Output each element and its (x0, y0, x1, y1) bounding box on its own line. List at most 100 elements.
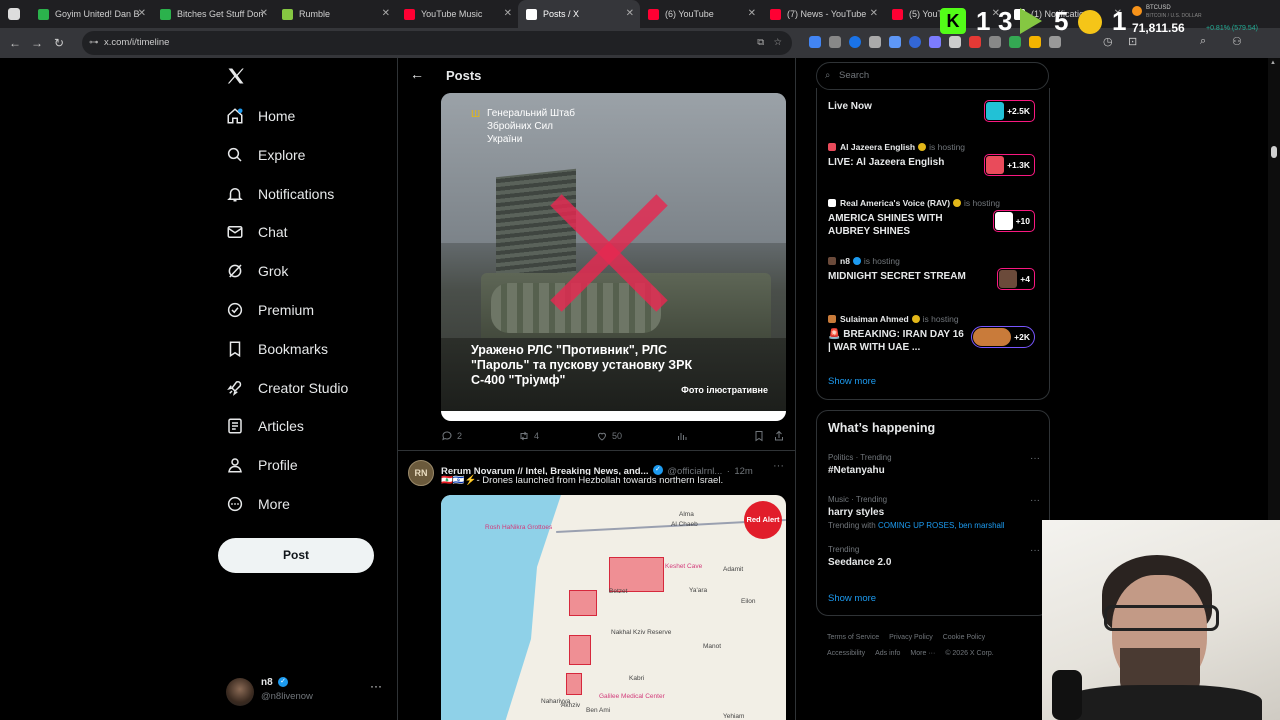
account-switcher[interactable]: n8 ✓ @n8livenow ··· (226, 673, 386, 713)
like-action[interactable]: 50 (596, 430, 622, 442)
browser-tab[interactable]: YouTube Music ✕ (396, 0, 518, 28)
browser-tab[interactable]: Posts / X ✕ (518, 0, 640, 28)
post-author[interactable]: Rerum Novarum // Intel, Breaking News, a… (441, 466, 648, 475)
sidebar-item-bookmarks[interactable]: Bookmarks (226, 334, 328, 364)
space-listener-pill[interactable]: +10 (992, 210, 1035, 232)
footer-link[interactable]: Cookie Policy (943, 634, 985, 641)
trend-item[interactable]: Trending Seedance 2.0 ··· (828, 545, 1040, 568)
sidebar-item-explore[interactable]: Explore (226, 140, 305, 170)
post-avatar[interactable]: RN (408, 460, 434, 486)
tab-close-icon[interactable]: ✕ (260, 8, 268, 19)
show-more-link[interactable]: Show more (828, 376, 876, 387)
browser-tab[interactable]: (6) YouTube ✕ (640, 0, 762, 28)
post-more-icon[interactable]: ··· (773, 460, 784, 472)
trend-item[interactable]: Music · Trending harry styles Trending wit… (828, 495, 1040, 530)
trend-more-icon[interactable]: ··· (1030, 545, 1040, 556)
browser-tab[interactable]: Rumble ✕ (274, 0, 396, 28)
extension-icon[interactable] (889, 36, 901, 48)
listener-avatars (986, 102, 1005, 120)
post-time[interactable]: 12m (734, 466, 752, 475)
footer-link[interactable]: More ··· (910, 650, 935, 657)
trend-more-icon[interactable]: ··· (1030, 453, 1040, 464)
sidebar-item-home[interactable]: Home (226, 101, 295, 131)
post-handle[interactable]: @officialrnl... (667, 466, 722, 475)
profile-icon[interactable]: ⚇ (1232, 35, 1242, 48)
sidebar-item-articles[interactable]: Articles (226, 411, 304, 441)
trend-name: Seedance 2.0 (828, 557, 892, 568)
bookmark-star-icon[interactable]: ☆ (773, 31, 782, 55)
post-image[interactable]: Ш Генеральний Штаб Збройних Сил України … (441, 93, 786, 421)
bookmark-action[interactable] (753, 430, 769, 442)
footer-links: Terms of Service Privacy Policy Cookie Pol… (827, 630, 1042, 662)
scrollbar-thumb[interactable] (1271, 146, 1277, 158)
sidebar-item-more[interactable]: More (226, 489, 290, 519)
live-space-item[interactable]: n8 is hosting MIDNIGHT SECRET STREAM +4 (828, 254, 1043, 304)
tab-close-icon[interactable]: ✕ (382, 8, 390, 19)
trend-item[interactable]: Politics · Trending #Netanyahu ··· (828, 453, 1040, 476)
browser-tab[interactable]: (7) News - YouTube ✕ (762, 0, 884, 28)
browser-tab[interactable]: Goyim United! Dan B ✕ (30, 0, 152, 28)
robot-icon (1078, 10, 1102, 34)
live-space-item[interactable]: Real America's Voice (RAV) is hosting AMER… (828, 196, 1043, 246)
space-title: 🚨 BREAKING: IRAN DAY 16 | WAR WITH UAE .… (828, 329, 964, 353)
x-logo-icon[interactable] (226, 66, 248, 88)
extension-icon[interactable] (849, 36, 861, 48)
scroll-up-arrow[interactable]: ▲ (1270, 60, 1276, 66)
trend-related-links[interactable]: COMING UP ROSES, ben marshall (878, 521, 1005, 530)
trend-more-icon[interactable]: ··· (1030, 495, 1040, 506)
zoom-icon[interactable]: ⌕ (1200, 35, 1206, 48)
sidebar-item-creator-studio[interactable]: Creator Studio (226, 373, 348, 403)
browser-tab[interactable]: Bitches Get Stuff Don ✕ (152, 0, 274, 28)
back-arrow-icon[interactable]: ← (410, 66, 424, 82)
account-more-icon[interactable]: ··· (370, 679, 382, 693)
extension-icon[interactable] (869, 36, 881, 48)
sidebar-item-label: Notifications (258, 185, 335, 202)
image-bottom-band (441, 411, 786, 421)
space-listener-pill[interactable]: +2K (971, 326, 1035, 348)
tab-favicon-icon (526, 8, 537, 20)
share-action[interactable] (773, 430, 789, 442)
footer-link[interactable]: Terms of Service (827, 634, 879, 641)
sidebar-item-chat[interactable]: Chat (226, 217, 288, 247)
views-action[interactable] (676, 430, 692, 442)
footer-link[interactable]: Ads info (875, 650, 900, 657)
space-listener-pill[interactable]: +4 (997, 268, 1035, 290)
extension-icon[interactable] (909, 36, 921, 48)
footer-link[interactable]: Privacy Policy (889, 634, 933, 641)
repost-action[interactable]: 4 (518, 430, 539, 442)
sidebar-item-notifications[interactable]: Notifications (226, 179, 334, 209)
browser-menu-icon[interactable] (8, 8, 20, 20)
sidebar-item-label: Explore (258, 146, 306, 163)
sidebar-item-premium[interactable]: Premium (226, 295, 314, 325)
live-space-item[interactable]: Live Now +2.5K (828, 90, 1043, 140)
btc-symbol: BTCUSD (1146, 5, 1171, 11)
back-icon[interactable]: ← (4, 36, 26, 50)
post-map-image[interactable]: Red Alert Alma Al Chaeb Rosh HaNikra Grott… (441, 495, 786, 720)
sidebar-item-label: Bookmarks (258, 340, 329, 357)
live-space-item[interactable]: Al Jazeera English is hosting LIVE: Al Jaz… (828, 140, 1043, 190)
live-space-item[interactable]: Sulaiman Ahmed is hosting 🚨 BREAKING: IRAN… (828, 312, 1043, 362)
extension-icon[interactable] (809, 36, 821, 48)
site-info-icon[interactable]: ⊶ (89, 31, 99, 55)
space-listener-pill[interactable]: +1.3K (984, 154, 1035, 176)
tab-close-icon[interactable]: ✕ (748, 8, 756, 19)
tab-close-icon[interactable]: ✕ (504, 8, 512, 19)
install-app-icon[interactable]: ⧉ (757, 31, 764, 55)
tab-close-icon[interactable]: ✕ (626, 8, 634, 19)
tab-close-icon[interactable]: ✕ (138, 8, 146, 19)
space-listener-pill[interactable]: +2.5K (984, 100, 1035, 122)
reload-icon[interactable]: ↻ (48, 36, 70, 50)
extension-icon[interactable] (829, 36, 841, 48)
reply-action[interactable]: 2 (441, 430, 462, 442)
url-input[interactable]: ⊶ x.com/i/timeline ⧉ ☆ (82, 31, 792, 55)
verified-badge-icon (911, 315, 920, 323)
show-more-link[interactable]: Show more (828, 593, 876, 604)
listener-count: +4 (1020, 274, 1030, 284)
footer-link[interactable]: Accessibility (827, 650, 865, 657)
search-input[interactable]: ⌕ Search (816, 62, 1049, 90)
tab-close-icon[interactable]: ✕ (870, 8, 878, 19)
sidebar-item-grok[interactable]: Grok (226, 256, 288, 286)
sidebar-item-profile[interactable]: Profile (226, 450, 298, 480)
forward-icon[interactable]: → (26, 36, 48, 50)
post-button[interactable]: Post (218, 538, 374, 573)
